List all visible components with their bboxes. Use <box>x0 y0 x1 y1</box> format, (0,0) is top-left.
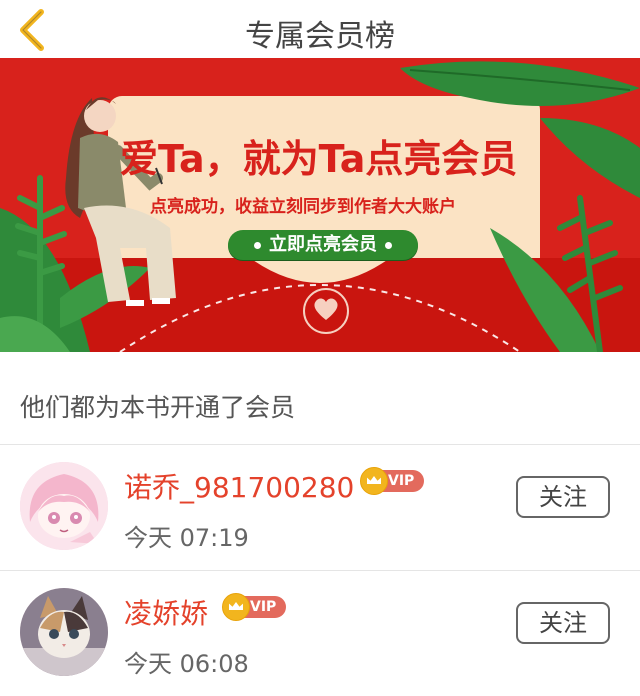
membership-banner[interactable]: 爱Ta，就为Ta点亮会员 点亮成功，收益立刻同步到作者大大账户 立即点亮会员 <box>0 58 640 352</box>
kitten-avatar-icon <box>20 588 108 676</box>
vip-badge: VIP <box>360 467 425 495</box>
activate-membership-label: 立即点亮会员 <box>269 234 377 255</box>
member-time: 今天 06:08 <box>124 650 249 678</box>
vip-badge-label: VIP <box>388 473 415 489</box>
banner-subtitle: 点亮成功，收益立刻同步到作者大大账户 <box>150 197 456 217</box>
divider <box>0 444 640 445</box>
crown-icon <box>360 467 388 495</box>
member-row[interactable]: 凌娇娇 VIP 今天 06:08 关注 <box>0 572 640 696</box>
dot-icon <box>254 241 261 249</box>
follow-button[interactable]: 关注 <box>516 476 610 518</box>
banner-headline: 爱Ta，就为Ta点亮会员 <box>120 137 518 181</box>
top-bar: 专属会员榜 <box>0 0 640 58</box>
anime-girl-avatar-icon <box>20 462 108 550</box>
dot-icon <box>385 241 392 249</box>
divider <box>0 570 640 571</box>
vip-badge-label: VIP <box>250 599 277 615</box>
avatar[interactable] <box>20 462 108 550</box>
member-name[interactable]: 凌娇娇 <box>124 592 208 632</box>
crown-icon <box>222 593 250 621</box>
section-title: 他们都为本书开通了会员 <box>20 393 296 422</box>
activate-membership-button[interactable]: 立即点亮会员 <box>228 230 418 260</box>
member-row[interactable]: 诺乔_981700280 VIP 今天 07:19 关注 <box>0 446 640 570</box>
avatar[interactable] <box>20 588 108 676</box>
page-title: 专属会员榜 <box>245 19 395 54</box>
vip-badge: VIP <box>222 593 287 621</box>
follow-button[interactable]: 关注 <box>516 602 610 644</box>
member-time: 今天 07:19 <box>124 524 249 552</box>
member-name[interactable]: 诺乔_981700280 <box>124 466 354 506</box>
